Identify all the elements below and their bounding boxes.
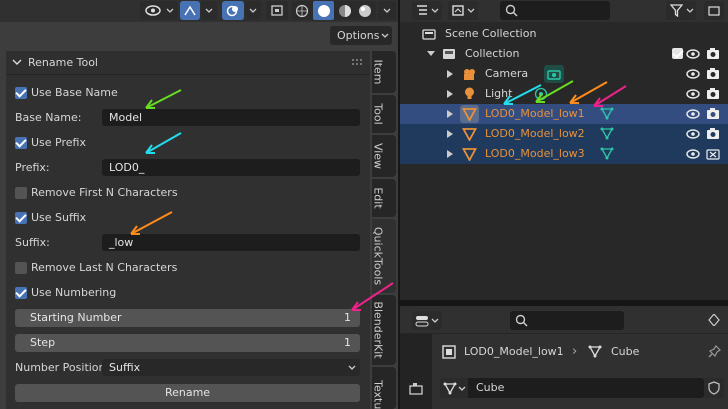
properties-editor: LOD0_Model_low1 › Cube Cube — [400, 306, 728, 409]
mesh-name-value: Cube — [476, 381, 505, 394]
outliner: Scene Collection Collection Camera Light… — [400, 0, 728, 300]
annotation-arrows-right — [503, 80, 627, 107]
breadcrumb-separator: › — [572, 344, 578, 359]
orange-arrow — [130, 211, 173, 235]
search-icon — [515, 314, 528, 327]
mesh-browse-button[interactable] — [440, 378, 468, 398]
pink-arrow — [351, 282, 394, 311]
mesh-data-icon — [588, 345, 602, 358]
annotation-arrows-left — [130, 89, 394, 311]
properties-search-input[interactable] — [510, 311, 624, 330]
object-name-label: LOD0_Model_low1 — [464, 345, 564, 358]
editor-type-button[interactable] — [412, 311, 442, 330]
mesh-datablock-field[interactable]: Cube — [440, 378, 704, 398]
cyan-arrow — [145, 132, 182, 154]
shield-icon — [708, 381, 720, 395]
mesh-data-icon — [443, 382, 457, 395]
green-arrow — [145, 89, 182, 109]
mesh-name-label: Cube — [611, 345, 640, 358]
options-dots-icon[interactable] — [708, 314, 720, 326]
pink-arrow — [593, 85, 627, 107]
tool-settings-icon[interactable] — [409, 382, 423, 395]
chevron-down-icon — [431, 318, 439, 323]
3d-viewport: Options Rename Tool Use Base Name Base N… — [0, 0, 398, 409]
object-icon — [442, 345, 456, 359]
chevron-down-icon — [458, 386, 466, 391]
properties-header — [400, 306, 728, 334]
green-arrow — [535, 80, 574, 103]
pin-icon[interactable] — [708, 345, 721, 359]
breadcrumb: LOD0_Model_low1 › Cube — [400, 338, 728, 366]
properties-tab-strip — [400, 334, 432, 409]
fake-user-button[interactable] — [704, 378, 724, 398]
properties-icon — [415, 316, 429, 327]
orange-arrow — [569, 81, 608, 104]
